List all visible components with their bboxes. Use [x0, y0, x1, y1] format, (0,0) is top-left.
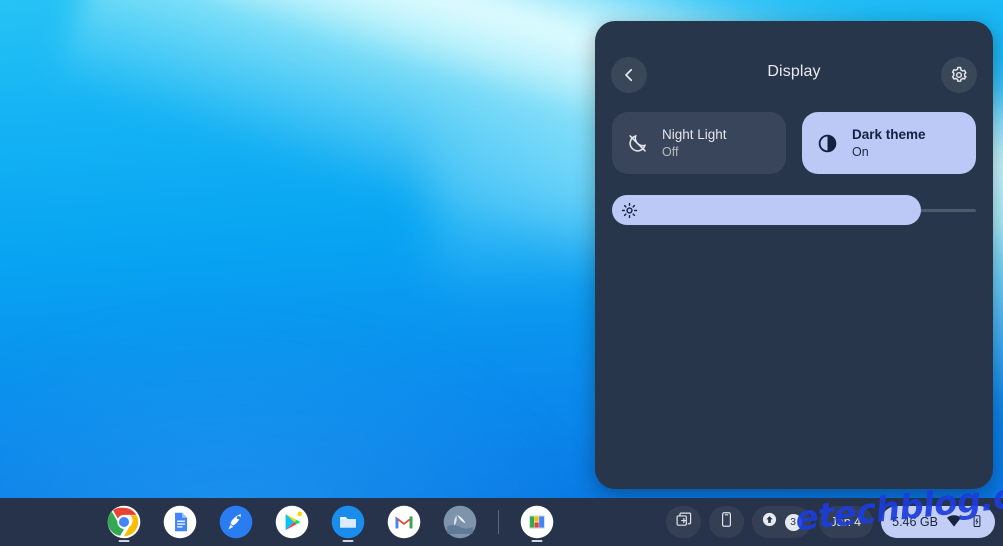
panel-title: Display: [767, 63, 821, 80]
dark-theme-tile[interactable]: Dark theme On: [802, 112, 976, 174]
phone-hub-icon: [718, 511, 735, 533]
contrast-half-circle-icon: [816, 132, 838, 154]
storage-label: 5.46 GB: [892, 515, 938, 529]
running-indicator: [531, 539, 543, 542]
shelf-item-wallpaper[interactable]: [439, 498, 481, 546]
shelf-item-chrome[interactable]: [103, 498, 145, 546]
phone-hub-button[interactable]: [708, 506, 744, 538]
dark-theme-label: Dark theme: [852, 127, 926, 143]
docs-icon: [163, 505, 197, 539]
night-light-tile[interactable]: Night Light Off: [612, 112, 786, 174]
desktop: Display Night Light Off Dark theme On 3 …: [0, 0, 1003, 546]
brightness-slider-fill[interactable]: [612, 195, 922, 225]
notifications-button[interactable]: 3: [751, 506, 811, 538]
panel-header: Display: [595, 21, 993, 93]
feature-tile-row: Night Light Off Dark theme On: [595, 112, 993, 174]
night-light-text: Night Light Off: [662, 127, 727, 159]
battery-charging-icon: [970, 514, 984, 531]
upload-arrow-icon: [761, 511, 778, 533]
screen-capture-button[interactable]: [665, 506, 701, 538]
shelf-item-google-docs[interactable]: [159, 498, 201, 546]
night-light-label: Night Light: [662, 127, 727, 143]
explore-icon: [219, 505, 253, 539]
running-indicator: [118, 539, 130, 542]
shelf-item-classroom[interactable]: [516, 498, 558, 546]
screen-capture-icon: [675, 511, 692, 533]
shelf-item-play-store[interactable]: [271, 498, 313, 546]
files-icon: [331, 505, 365, 539]
night-light-state: Off: [662, 144, 679, 159]
night-light-off-icon: [626, 132, 648, 154]
gear-icon: [950, 66, 968, 84]
shelf: 3 Jan 4 5.46 GB: [0, 498, 1003, 546]
dark-theme-text: Dark theme On: [852, 127, 926, 159]
brightness-slider[interactable]: [612, 195, 976, 225]
shelf-item-explore[interactable]: [215, 498, 257, 546]
system-status-button[interactable]: 5.46 GB: [881, 506, 995, 538]
dark-theme-state: On: [852, 144, 869, 159]
globe-bird-icon: [443, 505, 477, 539]
status-tray: 3 Jan 4 5.46 GB: [665, 498, 995, 546]
date-button[interactable]: Jan 4: [818, 506, 874, 538]
play-store-icon: [275, 505, 309, 539]
shelf-item-files[interactable]: [327, 498, 369, 546]
shelf-separator: [498, 510, 499, 534]
display-settings-panel: Display Night Light Off Dark theme On: [595, 21, 993, 489]
notification-badge: 3: [784, 513, 802, 531]
gmail-icon: [387, 505, 421, 539]
classroom-icon: [520, 505, 554, 539]
wifi-icon: [946, 513, 962, 532]
running-indicator: [342, 539, 354, 542]
shelf-item-gmail[interactable]: [383, 498, 425, 546]
chrome-icon: [107, 505, 141, 539]
brightness-sun-icon: [620, 201, 638, 219]
shelf-app-list: [103, 498, 558, 546]
settings-button[interactable]: [941, 57, 977, 93]
